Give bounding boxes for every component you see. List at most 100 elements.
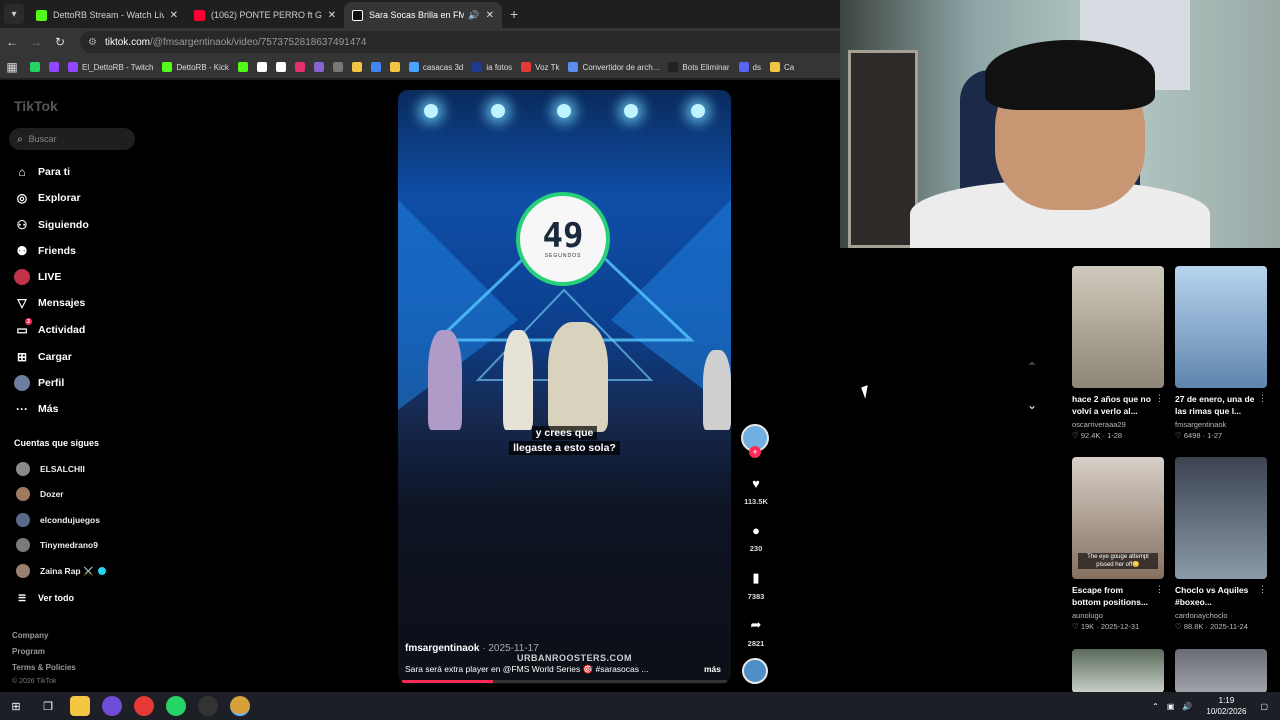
nav-item-cargar[interactable]: ⊞ Cargar [14,348,72,366]
more-options-icon[interactable]: ⋮ [1258,393,1267,404]
bookmark-item[interactable]: Voz Tk [521,62,559,72]
save-button[interactable]: ▮ 7383 [738,570,774,601]
more-options-icon[interactable]: ⋮ [1258,584,1267,595]
author-name[interactable]: fmsargentinaok [405,643,479,654]
more-button[interactable]: más [704,664,721,674]
video-title[interactable]: Escape from bottom positions... [1072,584,1152,608]
nav-item-explorar[interactable]: ◎ Explorar [14,189,81,207]
notifications-icon[interactable]: ▢ [1260,702,1268,711]
comment-button[interactable]: ● 230 [738,523,774,553]
bookmark-icon[interactable] [256,62,267,72]
recommended-video-card[interactable]: Choclo vs Aquiles #boxeo... ⋮ cardonaychoc… [1175,457,1267,631]
bookmark-icon[interactable] [294,62,305,72]
tiktok-logo[interactable]: TikTok [14,98,58,114]
nav-item-para-ti[interactable]: ⌂ Para ti [14,163,70,181]
video-player[interactable]: 49 SEGUNDOS y crees que llegaste a esto … [398,90,731,684]
close-tab-icon[interactable]: ✕ [328,10,336,21]
new-tab-button[interactable]: + [510,6,518,22]
reload-button[interactable]: ↻ [48,35,72,49]
close-tab-icon[interactable]: ✕ [170,10,178,21]
bookmark-icon[interactable] [389,62,400,72]
app-icon[interactable] [134,696,154,716]
nav-item-actividad[interactable]: ▭ 2 Actividad [14,318,85,339]
address-bar[interactable]: ⚙ tiktok.com/@fmsargentinaok/video/75737… [80,31,840,53]
browser-tab-kick[interactable]: DettoRB Stream - Watch Live o ✕ [28,2,186,28]
following-account[interactable]: Zaina Rap ⚔️ [16,563,106,579]
video-username[interactable]: oscarriveraaa29 [1072,420,1164,429]
bookmark-item[interactable]: ds [738,62,761,72]
following-account[interactable]: elcondujuegos [16,512,100,528]
apps-grid-icon[interactable]: ▦ [0,60,24,74]
nav-item-friends[interactable]: ⚉ Friends [14,242,76,260]
music-disc-icon[interactable] [742,658,768,684]
nav-item-siguiendo[interactable]: ⚇ Siguiendo [14,216,89,234]
bookmark-item[interactable]: DettoRB - Kick [162,62,229,72]
recommended-video-card[interactable]: hace 2 años que no volví a verlo al... ⋮ o… [1072,266,1164,440]
video-username[interactable]: fmsargentinaok [1175,420,1267,429]
windows-start-icon[interactable]: ⊞ [6,696,26,716]
nav-item-mas[interactable]: ··· Más [14,400,58,418]
bookmark-item[interactable]: Convertidor de arch... [568,62,659,72]
video-thumbnail[interactable] [1175,266,1267,388]
back-button[interactable]: ← [0,35,24,49]
next-video-button[interactable]: ⌄ [1027,398,1037,412]
obs-icon[interactable] [198,696,218,716]
tray-chevron-icon[interactable]: ⌃ [1152,702,1159,711]
recommended-video-card[interactable]: 27 de enero, una de las rimas que l... ⋮ f… [1175,266,1267,440]
bookmark-item[interactable]: ia fotos [472,62,512,72]
bookmark-item[interactable]: Bots Eliminar [668,62,730,72]
following-account[interactable]: Tinymedrano9 [16,537,98,553]
more-options-icon[interactable]: ⋮ [1155,393,1164,404]
footer-company-link[interactable]: Company [12,631,48,640]
more-options-icon[interactable]: ⋮ [1155,584,1164,595]
footer-terms-link[interactable]: Terms & Policies [12,663,76,672]
video-title[interactable]: Choclo vs Aquiles #boxeo... [1175,584,1255,608]
bookmark-item[interactable]: casacas 3d [408,62,463,72]
whatsapp-icon[interactable] [166,696,186,716]
network-icon[interactable]: ▣ [1167,702,1175,711]
video-username[interactable]: aunolugo [1072,611,1164,620]
browser-tab-youtube[interactable]: (1062) PONTE PERRO ft G SON ✕ [186,2,344,28]
bookmark-icon[interactable] [370,62,381,72]
chrome-active-icon[interactable] [230,696,250,716]
clock[interactable]: 1:19 10/02/2026 [1206,695,1246,717]
forward-button[interactable]: → [24,35,48,49]
nav-item-perfil[interactable]: Perfil [14,374,64,392]
bookmark-item[interactable]: Ca [770,62,794,72]
bookmark-icon[interactable] [332,62,343,72]
browser-tab-tiktok[interactable]: Sara Socas Brilla en FMS W 🔊 ✕ [344,2,502,28]
nav-item-mensajes[interactable]: ▽ Mensajes [14,294,85,312]
video-thumbnail[interactable] [1072,266,1164,388]
bookmark-icon[interactable] [237,62,248,72]
like-button[interactable]: ♥ 113.5K [738,476,774,506]
file-explorer-icon[interactable] [70,696,90,716]
bookmark-icon[interactable] [30,62,40,72]
previous-video-button[interactable]: ⌃ [1027,360,1037,374]
see-all-link[interactable]: ☰ Ver todo [14,589,74,607]
follow-plus-icon[interactable]: + [749,446,761,458]
tab-search-button[interactable]: ▾ [4,4,24,24]
video-title[interactable]: hace 2 años que no volví a verlo al... [1072,393,1152,417]
recommended-video-card[interactable] [1175,649,1267,693]
video-username[interactable]: cardonaychoclo [1175,611,1267,620]
close-tab-icon[interactable]: ✕ [486,10,494,21]
video-thumbnail[interactable] [1175,649,1267,693]
bookmark-icon[interactable] [275,62,286,72]
nav-item-live[interactable]: LIVE [14,268,61,286]
bookmark-item[interactable]: El_DettoRB - Twitch [68,62,153,72]
video-title[interactable]: 27 de enero, una de las rimas que l... [1175,393,1255,417]
video-progress-bar[interactable] [402,680,727,683]
bookmark-icon[interactable] [313,62,324,72]
following-account[interactable]: ELSALCHII [16,461,85,477]
site-info-icon[interactable]: ⚙ [88,37,97,48]
bookmark-icon[interactable] [351,62,362,72]
video-thumbnail[interactable] [1175,457,1267,579]
footer-program-link[interactable]: Program [12,647,45,656]
video-thumbnail[interactable]: The eye gouge attempt pissed her off😳 [1072,457,1164,579]
recommended-video-card[interactable] [1072,649,1164,693]
share-button[interactable]: ➦ 2821 [738,617,774,648]
video-thumbnail[interactable] [1072,649,1164,693]
volume-icon[interactable]: 🔊 [1182,702,1192,711]
chrome-app-icon[interactable] [102,696,122,716]
search-input[interactable]: ⌕ Buscar [9,128,135,150]
